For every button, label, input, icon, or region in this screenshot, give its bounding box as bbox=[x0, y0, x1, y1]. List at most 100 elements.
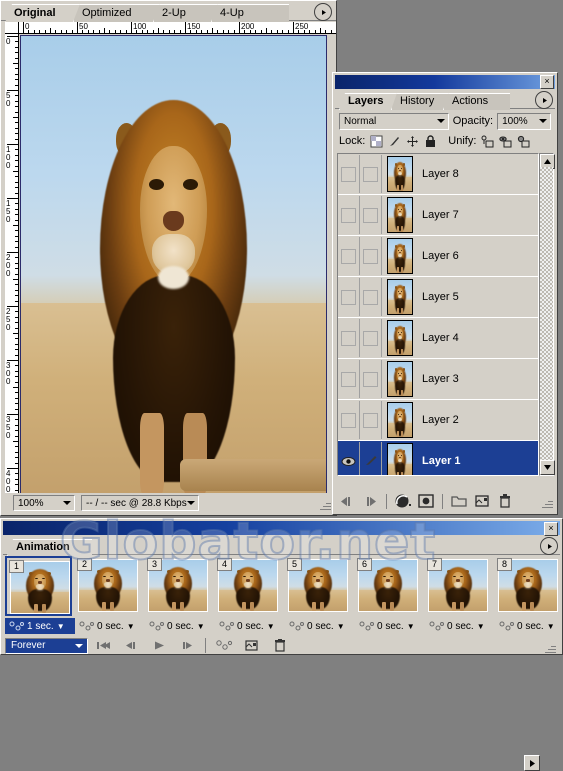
layer-link-toggle[interactable] bbox=[360, 401, 382, 439]
layer-visibility-toggle[interactable] bbox=[338, 196, 360, 234]
next-frame-icon[interactable] bbox=[360, 492, 380, 510]
layers-palette-title-bar[interactable] bbox=[335, 75, 555, 89]
layer-link-toggle[interactable] bbox=[360, 237, 382, 275]
document-status-bar: 100% -- / -- sec @ 28.8 Kbps bbox=[5, 493, 333, 513]
unify-visibility-icon[interactable] bbox=[499, 135, 512, 148]
frame-delay-dropdown[interactable]: 0 sec. ▼ bbox=[355, 618, 425, 634]
list-item[interactable]: 7 bbox=[425, 556, 492, 616]
layer-visibility-toggle[interactable] bbox=[338, 401, 360, 439]
tween-icon[interactable] bbox=[211, 638, 237, 654]
layers-menu-arrow-icon[interactable] bbox=[535, 91, 553, 109]
list-item[interactable]: 1 bbox=[5, 556, 72, 616]
rewind-to-first-icon[interactable] bbox=[90, 638, 116, 654]
animation-frame-strip[interactable]: 1 2 3 4 5 6 7 8 bbox=[5, 556, 558, 618]
lion-log bbox=[179, 459, 326, 492]
loop-options-dropdown[interactable]: Forever bbox=[5, 637, 88, 654]
layer-visibility-toggle[interactable] bbox=[338, 319, 360, 357]
scrollbar-track[interactable] bbox=[540, 167, 553, 462]
layer-list-scrollbar[interactable] bbox=[539, 153, 555, 476]
previous-frame-icon[interactable] bbox=[337, 492, 357, 510]
list-item[interactable]: 6 bbox=[355, 556, 422, 616]
layer-visibility-toggle[interactable] bbox=[338, 360, 360, 398]
step-backward-icon[interactable] bbox=[118, 638, 144, 654]
new-group-icon[interactable] bbox=[449, 492, 469, 510]
unify-style-icon[interactable] bbox=[517, 135, 530, 148]
layer-thumbnail[interactable] bbox=[387, 279, 413, 315]
lock-transparency-icon[interactable] bbox=[370, 135, 383, 148]
animation-palette-title-bar[interactable] bbox=[3, 521, 560, 535]
layer-visibility-toggle[interactable] bbox=[338, 442, 360, 475]
layer-visibility-toggle[interactable] bbox=[338, 237, 360, 275]
lock-all-icon[interactable] bbox=[424, 134, 437, 148]
layer-link-toggle[interactable] bbox=[360, 278, 382, 316]
lock-position-icon[interactable] bbox=[406, 135, 419, 148]
frame-delay-dropdown[interactable]: 0 sec. ▼ bbox=[425, 618, 495, 634]
layer-link-toggle[interactable] bbox=[360, 360, 382, 398]
duplicate-frame-icon[interactable] bbox=[239, 638, 265, 654]
image-canvas[interactable] bbox=[20, 35, 327, 497]
layer-link-toggle[interactable] bbox=[360, 442, 382, 475]
table-row[interactable]: Layer 5 bbox=[338, 277, 538, 318]
frame-delay-dropdown[interactable]: 0 sec. ▼ bbox=[215, 618, 285, 634]
animation-menu-arrow-icon[interactable] bbox=[540, 537, 558, 555]
opacity-dropdown[interactable]: 100% bbox=[497, 112, 551, 130]
table-row[interactable]: Layer 6 bbox=[338, 236, 538, 277]
layer-link-toggle[interactable] bbox=[360, 196, 382, 234]
layer-link-toggle[interactable] bbox=[360, 319, 382, 357]
frame-delay-dropdown[interactable]: 0 sec. ▼ bbox=[285, 618, 355, 634]
layer-link-toggle[interactable] bbox=[360, 155, 382, 193]
layer-thumbnail[interactable] bbox=[387, 156, 413, 192]
layer-visibility-toggle[interactable] bbox=[338, 155, 360, 193]
unify-position-icon[interactable] bbox=[481, 135, 494, 148]
footer-divider bbox=[386, 493, 387, 509]
document-menu-arrow-icon[interactable] bbox=[314, 3, 332, 21]
frame-delay-dropdown[interactable]: 0 sec. ▼ bbox=[495, 618, 563, 634]
list-item[interactable]: 5 bbox=[285, 556, 352, 616]
frame-delay-dropdown[interactable]: 1 sec. ▼ bbox=[5, 618, 75, 634]
table-row[interactable]: Layer 1 bbox=[338, 441, 538, 475]
zoom-level-value: 100% bbox=[18, 497, 44, 509]
lock-paint-icon[interactable] bbox=[388, 135, 401, 148]
table-row[interactable]: Layer 3 bbox=[338, 359, 538, 400]
layer-thumbnail[interactable] bbox=[387, 361, 413, 397]
list-item[interactable]: 8 bbox=[495, 556, 558, 616]
add-mask-icon[interactable] bbox=[416, 492, 436, 510]
scroll-right-arrow-icon[interactable] bbox=[524, 755, 540, 771]
tab-actions[interactable]: Actions bbox=[443, 93, 510, 110]
palette-resize-grip[interactable] bbox=[541, 497, 553, 509]
animation-resize-grip[interactable] bbox=[544, 642, 556, 654]
list-item[interactable]: 4 bbox=[215, 556, 282, 616]
table-row[interactable]: Layer 2 bbox=[338, 400, 538, 441]
scroll-down-arrow-icon[interactable] bbox=[540, 460, 555, 475]
layer-style-icon[interactable] bbox=[393, 492, 413, 510]
delete-frame-icon[interactable] bbox=[267, 638, 293, 654]
new-layer-icon[interactable] bbox=[472, 492, 492, 510]
lion-image bbox=[21, 36, 326, 496]
table-row[interactable]: Layer 8 bbox=[338, 154, 538, 195]
frame-delay-dropdown[interactable]: 0 sec. ▼ bbox=[145, 618, 215, 634]
layer-thumbnail[interactable] bbox=[387, 402, 413, 438]
close-icon[interactable]: × bbox=[544, 522, 558, 536]
close-icon[interactable]: × bbox=[540, 75, 554, 89]
layer-thumbnail[interactable] bbox=[387, 443, 413, 475]
play-icon[interactable] bbox=[146, 638, 172, 654]
layer-thumbnail[interactable] bbox=[387, 238, 413, 274]
layer-list[interactable]: Layer 8 Layer 7 Layer 6 Layer 5 Layer 4 Layer… bbox=[337, 153, 539, 476]
tab-4up[interactable]: 4-Up bbox=[211, 4, 289, 22]
table-row[interactable]: Layer 4 bbox=[338, 318, 538, 359]
tab-animation[interactable]: Animation bbox=[7, 539, 92, 556]
blend-mode-dropdown[interactable]: Normal bbox=[339, 112, 449, 130]
resize-grip[interactable] bbox=[319, 499, 331, 511]
chevron-down-icon: ▼ bbox=[546, 621, 555, 631]
download-time-dropdown[interactable]: -- / -- sec @ 28.8 Kbps bbox=[81, 495, 199, 511]
frame-delay-dropdown[interactable]: 0 sec. ▼ bbox=[75, 618, 145, 634]
layer-thumbnail[interactable] bbox=[387, 197, 413, 233]
list-item[interactable]: 2 bbox=[75, 556, 142, 616]
delete-layer-icon[interactable] bbox=[495, 492, 515, 510]
layer-visibility-toggle[interactable] bbox=[338, 278, 360, 316]
layer-thumbnail[interactable] bbox=[387, 320, 413, 356]
zoom-level-dropdown[interactable]: 100% bbox=[13, 495, 75, 511]
list-item[interactable]: 3 bbox=[145, 556, 212, 616]
step-forward-icon[interactable] bbox=[174, 638, 200, 654]
table-row[interactable]: Layer 7 bbox=[338, 195, 538, 236]
